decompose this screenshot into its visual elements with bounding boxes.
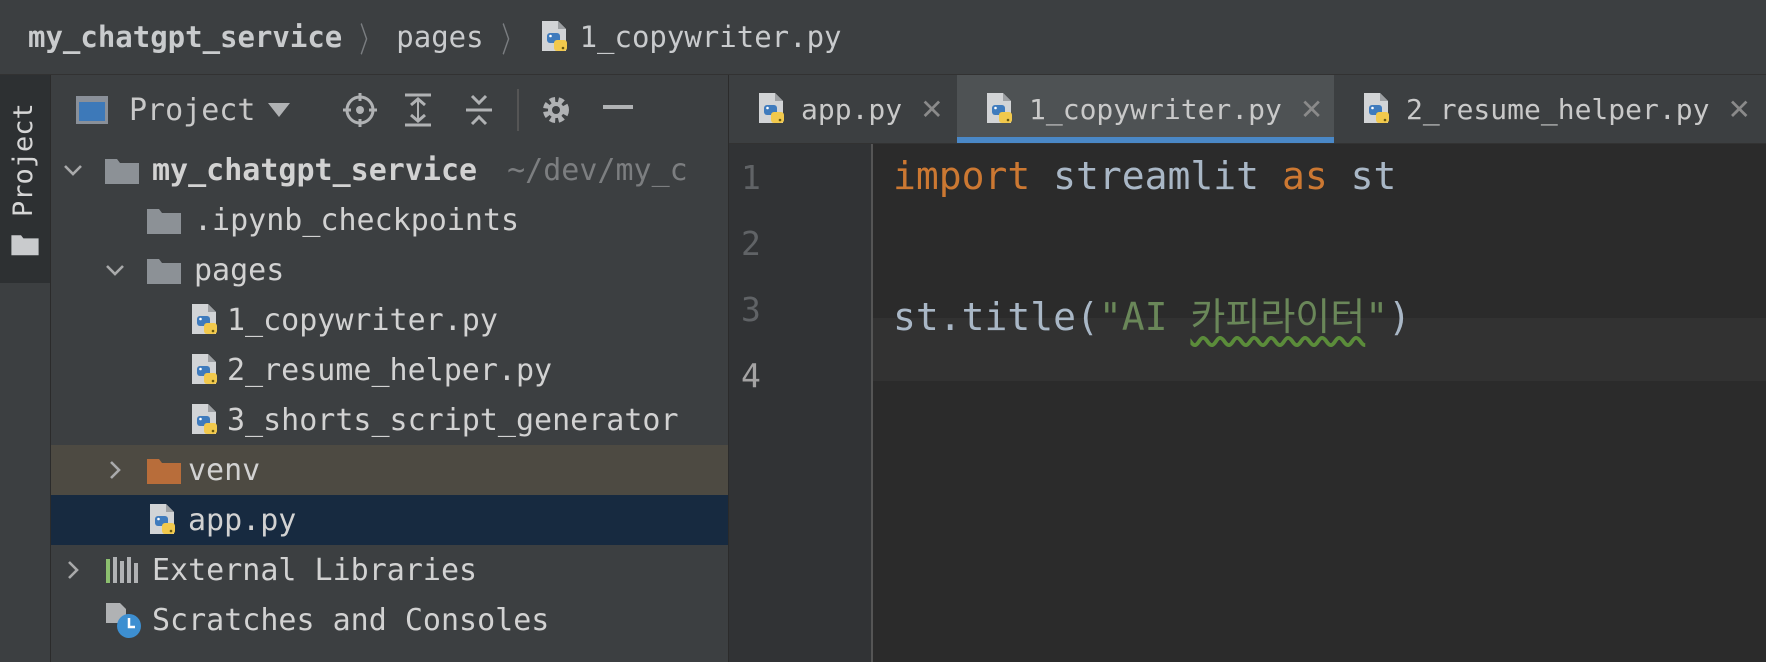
collapse-all-icon[interactable] [464,93,494,127]
keyword-as: as [1281,154,1328,198]
project-tool-tab-label: Project [8,103,39,217]
tree-item-scratches[interactable]: Scratches and Consoles [51,595,728,645]
tree-item-root[interactable]: my_chatgpt_service ~/dev/my_c [51,145,728,195]
tree-item-label: External Libraries [152,552,478,588]
string-token: " [1365,295,1389,339]
line-number: 2 [741,224,761,263]
root-folder-name: my_chatgpt_service [152,152,478,188]
breadcrumb-folder[interactable]: pages [396,20,483,54]
tree-item-label: app.py [188,502,297,538]
code-token: ) [1388,295,1412,339]
close-icon[interactable]: ✕ [1727,93,1750,126]
tree-item-label: 3_shorts_script_generator [227,402,679,438]
tab-label: 2_resume_helper.py [1406,92,1710,126]
tree-item-label: Scratches and Consoles [152,602,550,638]
python-file-icon [983,91,1017,127]
tab-2-resume-helper[interactable]: 2_resume_helper.py ✕ [1334,75,1766,143]
tree-item-label: .ipynb_checkpoints [194,202,520,238]
python-file-icon [755,91,789,127]
breadcrumb-separator: 〉 [359,20,379,61]
python-file-icon [1360,91,1394,127]
project-view-title[interactable]: Project [129,93,255,128]
python-file-icon [538,19,572,55]
editor-area: app.py ✕ 1_copywriter.py ✕ 2_resume_help… [729,75,1766,662]
folder-icon [104,155,140,185]
python-file-icon [188,402,222,438]
tree-item-label: pages [194,252,285,288]
python-file-icon [146,502,180,538]
tree-item-external-libraries[interactable]: External Libraries [51,545,728,595]
line-number: 3 [741,290,761,329]
chevron-down-icon[interactable] [103,258,127,282]
tool-window-stripe: Project [0,75,51,662]
project-window-icon [76,96,108,124]
breadcrumb-separator: 〉 [501,20,520,61]
expand-all-icon[interactable] [403,93,433,127]
keyword-import: import [893,154,1031,198]
dropdown-arrow-icon[interactable] [267,101,291,119]
tab-label: app.py [801,92,903,126]
gear-icon[interactable] [539,93,573,127]
close-icon[interactable]: ✕ [920,93,943,126]
project-tree: my_chatgpt_service ~/dev/my_c .ipynb_chec… [51,145,728,645]
chevron-down-icon[interactable] [61,158,85,182]
code-line-3: st.title("AI 카피라이터") [893,286,1411,341]
locate-file-icon[interactable] [343,93,377,127]
tree-item-pages[interactable]: pages [51,245,728,295]
folder-icon [146,205,182,235]
folder-icon [146,455,182,485]
project-toolbar: Project [51,75,728,145]
breadcrumb: my_chatgpt_service 〉 pages 〉 1_copywrite… [0,0,1766,75]
line-number-current: 4 [741,356,761,395]
scratch-clock-icon [106,603,141,638]
python-file-icon [188,302,222,338]
close-icon[interactable]: ✕ [1300,93,1323,126]
tree-item-app[interactable]: app.py [51,495,728,545]
tree-item-venv[interactable]: venv [51,445,728,495]
code-line-1: import streamlit as st [893,154,1396,198]
tree-item-file[interactable]: 1_copywriter.py [51,295,728,345]
python-file-icon [188,352,222,388]
breadcrumb-project[interactable]: my_chatgpt_service [28,20,342,54]
line-number-gutter: 1 2 3 4 [729,144,873,662]
tree-item-ipynb-checkpoints[interactable]: .ipynb_checkpoints [51,195,728,245]
line-number: 1 [741,158,761,197]
tab-label: 1_copywriter.py [1029,92,1282,126]
tree-item-label: venv [188,452,261,488]
tree-item-file[interactable]: 2_resume_helper.py [51,345,728,395]
folder-icon [146,255,182,285]
editor-tabs: app.py ✕ 1_copywriter.py ✕ 2_resume_help… [729,75,1766,144]
project-panel: Project my_chatgpt_service ~/dev/my_c .i… [51,75,728,662]
chevron-right-icon[interactable] [103,458,127,482]
string-token: "AI [1098,295,1191,339]
code-token: st [1327,154,1397,198]
breadcrumb-file[interactable]: 1_copywriter.py [580,20,842,54]
string-token-typo: 카피라이터 [1190,295,1366,339]
project-tool-tab[interactable]: Project [0,75,50,283]
code-token: st.title( [893,295,1099,339]
toolbar-divider [517,89,519,131]
tab-app[interactable]: app.py ✕ [729,75,957,143]
tree-item-label: 2_resume_helper.py [227,352,553,388]
code-token: streamlit [1030,154,1282,198]
library-icon [106,557,138,583]
tree-item-label: 1_copywriter.py [227,302,498,338]
chevron-right-icon[interactable] [61,558,85,582]
tab-1-copywriter[interactable]: 1_copywriter.py ✕ [957,75,1334,143]
code-editor[interactable]: import streamlit as st st.title("AI 카피라이… [873,144,1766,662]
tree-item-file[interactable]: 3_shorts_script_generator [51,395,728,445]
hide-panel-icon[interactable] [603,105,633,111]
folder-icon [10,232,40,256]
root-folder-path: ~/dev/my_c [507,152,688,188]
